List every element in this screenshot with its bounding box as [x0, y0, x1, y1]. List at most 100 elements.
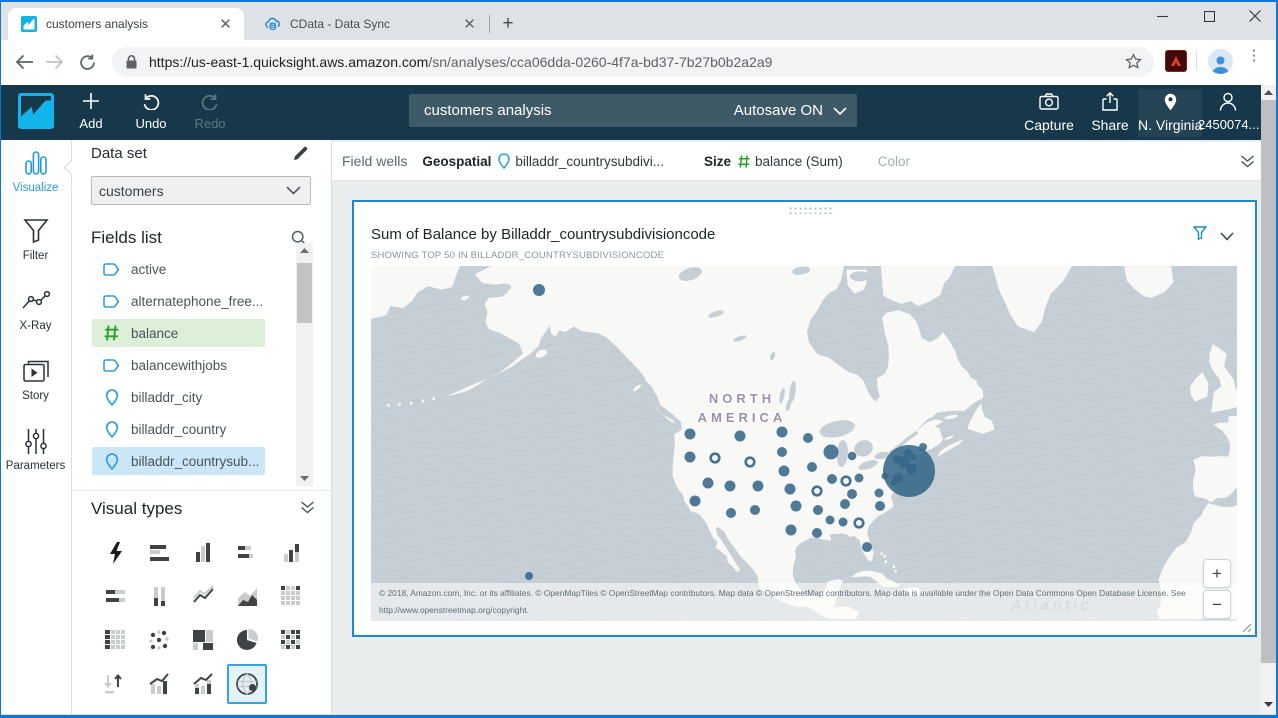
scrollbar-thumb[interactable]: [1261, 100, 1276, 663]
window-minimize-button[interactable]: [1139, 0, 1185, 32]
resize-handle[interactable]: [1240, 621, 1252, 633]
autosave-dropdown[interactable]: Autosave ON: [734, 102, 847, 119]
visual-type-combo-chart[interactable]: [139, 664, 179, 704]
toolbar-separator: [1196, 51, 1197, 71]
rail-item-story[interactable]: Story: [0, 356, 71, 402]
area-chart-icon: [235, 584, 259, 608]
region-selector[interactable]: N. Virginia: [1138, 89, 1202, 137]
field-row-balancewithjobs[interactable]: balancewithjobs: [92, 351, 265, 379]
drag-handle[interactable]: [788, 206, 832, 214]
dataset-label: Data set: [91, 145, 147, 162]
profile-avatar[interactable]: [1208, 49, 1233, 74]
size-well-value: balance (Sum): [755, 154, 843, 169]
visual-type-tree-map[interactable]: [183, 620, 223, 660]
fields-scrollbar[interactable]: [296, 243, 313, 486]
window-close-button[interactable]: [1232, 0, 1278, 32]
tab-close-icon[interactable]: ✕: [461, 16, 478, 33]
field-row-billaddr-city[interactable]: billaddr_city: [92, 383, 265, 411]
visual-type-table[interactable]: [271, 576, 311, 616]
analysis-title-box: customers analysis Autosave ON: [409, 94, 857, 127]
visual-type-pivot-table[interactable]: [95, 620, 135, 660]
zoom-out-button[interactable]: −: [1203, 590, 1231, 619]
horizontal-stacked-bar-icon: [235, 540, 259, 564]
edit-dataset-button[interactable]: [292, 145, 309, 167]
scrollbar-thumb[interactable]: [297, 263, 312, 323]
tab-separator: [489, 15, 490, 33]
chevron-down-icon: [286, 186, 301, 195]
redo-button[interactable]: Redo: [184, 90, 236, 136]
field-name: balance: [131, 326, 178, 341]
visual-type-horizontal-bar[interactable]: [139, 532, 179, 572]
visual-type-vertical-bar[interactable]: [183, 532, 223, 572]
autosave-label: Autosave ON: [734, 102, 823, 119]
url-origin: https://us-east-1.quicksight.aws.amazon.…: [149, 54, 428, 70]
field-name: alternatephone_free...: [131, 294, 263, 309]
field-wells-collapse-button[interactable]: [1240, 155, 1255, 171]
visual-type-area-chart[interactable]: [227, 576, 267, 616]
undo-button[interactable]: Undo: [125, 90, 177, 136]
geospatial-map[interactable]: NORTH AMERICA Atlantic © 2018, Amazon.co…: [371, 266, 1237, 621]
url-path: /sn/analyses/cca06dda-0260-4f7a-bd37-7b2…: [428, 54, 772, 70]
quicksight-navbar: Add Undo Redo customers analysis Autosav…: [0, 85, 1278, 140]
visual-type-heat-map[interactable]: [271, 620, 311, 660]
visual-type-vertical-stacked-bar[interactable]: [139, 576, 179, 616]
rail-item-filter[interactable]: Filter: [0, 216, 71, 262]
visual-filter-button[interactable]: [1193, 226, 1207, 245]
field-row-alternatephone-free-[interactable]: alternatephone_free...: [92, 287, 265, 315]
tab-title: customers analysis: [46, 17, 217, 31]
tab-cdata-data-sync[interactable]: CData - Data Sync ✕: [252, 8, 488, 40]
tab-close-icon[interactable]: ✕: [217, 16, 234, 33]
pivot-table-icon: [103, 628, 127, 652]
scroll-down-icon: [1264, 702, 1273, 707]
visual-type-stacked-combo-chart[interactable]: [183, 664, 223, 704]
add-button[interactable]: Add: [65, 90, 117, 136]
analysis-title-input[interactable]: customers analysis: [424, 102, 734, 119]
field-wells-bar[interactable]: Field wells Geospatial billaddr_countrys…: [332, 142, 1261, 181]
bookmark-star-button[interactable]: [1125, 53, 1142, 75]
visual-type-autograph[interactable]: [95, 532, 135, 572]
rail-item-visualize[interactable]: Visualize: [0, 148, 71, 194]
browser-menu-button[interactable]: ⋮: [1246, 50, 1262, 72]
address-bar[interactable]: https://us-east-1.quicksight.aws.amazon.…: [112, 47, 1154, 77]
data-panel: Data set customers Fields list activealt…: [72, 140, 332, 714]
visual-type-scatter-plot[interactable]: [139, 620, 179, 660]
zoom-in-button[interactable]: +: [1203, 559, 1231, 588]
camera-icon: [1039, 93, 1059, 110]
tab-customers-analysis[interactable]: customers analysis ✕: [8, 8, 244, 40]
visual-types-collapse-button[interactable]: [300, 501, 315, 519]
visual-type-vertical-grouped-bar[interactable]: [271, 532, 311, 572]
field-row-balance[interactable]: balance: [92, 319, 265, 347]
adobe-extension-button[interactable]: [1165, 50, 1187, 72]
visual-type-kpi[interactable]: [95, 664, 135, 704]
field-row-billaddr-countrysub-[interactable]: billaddr_countrysub...: [92, 447, 265, 475]
field-row-active[interactable]: active: [92, 255, 265, 283]
page-scrollbar[interactable]: [1261, 85, 1276, 714]
quicksight-logo[interactable]: [18, 93, 54, 129]
fields-list: active alternatephone_free...balance balan…: [72, 253, 332, 485]
user-menu[interactable]: 2450074...: [1198, 89, 1258, 137]
back-icon: [15, 54, 34, 70]
forward-button[interactable]: [40, 48, 68, 76]
browser-tab-strip: customers analysis ✕ CData - Data Sync ✕…: [0, 0, 1278, 40]
visual-type-horizontal-stacked-bar[interactable]: [227, 532, 267, 572]
pencil-icon: [292, 145, 309, 162]
share-button[interactable]: Share: [1086, 89, 1134, 137]
dataset-select[interactable]: customers: [91, 176, 311, 205]
share-label: Share: [1086, 117, 1134, 133]
back-button[interactable]: [10, 48, 38, 76]
reload-button[interactable]: [73, 48, 101, 76]
new-tab-button[interactable]: +: [497, 13, 519, 35]
visual-menu-button[interactable]: [1220, 228, 1234, 246]
visual-type-geospatial-map[interactable]: [227, 664, 267, 704]
field-row-billaddr-country[interactable]: billaddr_country: [92, 415, 265, 443]
visual-type-horizontal-stacked-100[interactable]: [95, 576, 135, 616]
visual-type-line-chart[interactable]: [183, 576, 223, 616]
capture-button[interactable]: Capture: [1018, 89, 1080, 137]
visual-type-pie-chart[interactable]: [227, 620, 267, 660]
rail-item-parameters[interactable]: Parameters: [0, 426, 71, 472]
adobe-icon: [1170, 55, 1182, 67]
redo-icon: [200, 92, 220, 110]
visual-card[interactable]: Sum of Balance by Billaddr_countrysubdiv…: [352, 200, 1257, 637]
rail-item-xray[interactable]: X-Ray: [0, 286, 71, 332]
window-maximize-button[interactable]: [1186, 0, 1232, 32]
